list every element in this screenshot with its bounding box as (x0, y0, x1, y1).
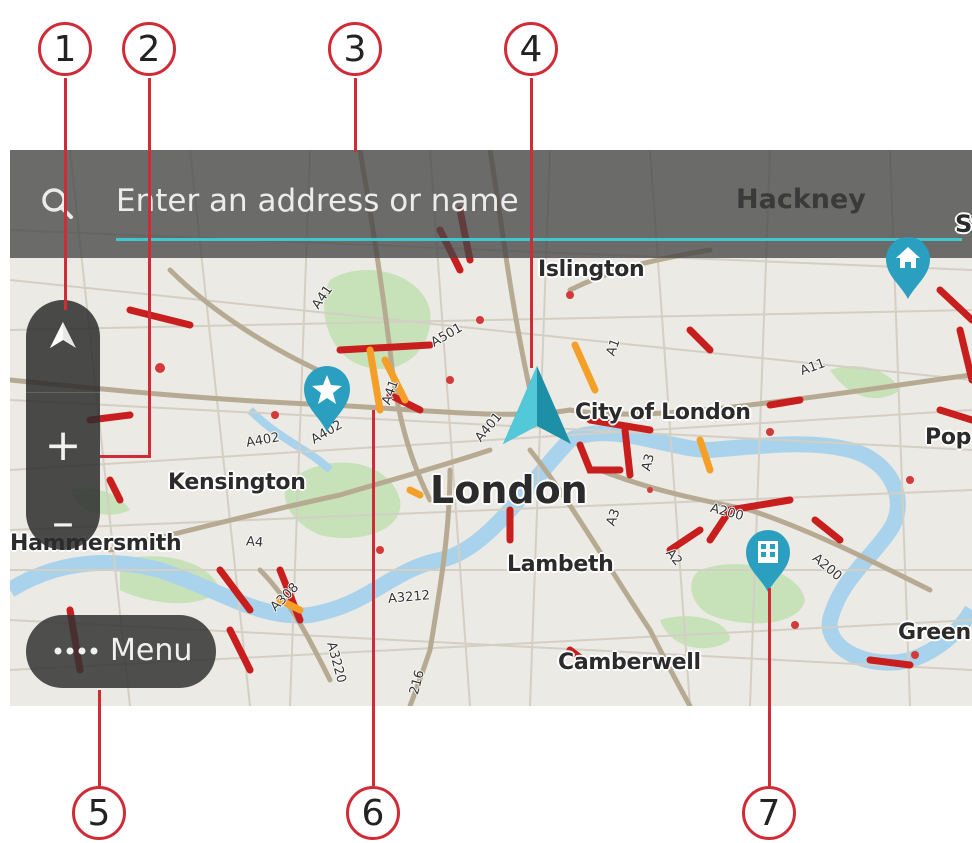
zoom-controls: + – (26, 300, 100, 550)
callout-3: 3 (328, 22, 382, 76)
place-label-pop: Pop (925, 425, 972, 450)
place-label-islington: Islington (538, 257, 645, 282)
search-bar: Hackney St (10, 150, 972, 258)
annotated-screenshot: A41 A501 A1 A11 A402 A402 A41 A401 A3 A3… (0, 0, 972, 843)
place-label-lambeth: Lambeth (507, 552, 614, 577)
road-label: A4 (245, 534, 264, 551)
place-label-london: London (430, 468, 588, 512)
callout-2: 2 (122, 22, 176, 76)
callout-6: 6 (346, 786, 400, 840)
menu-dots-icon (54, 647, 98, 655)
home-pin-icon[interactable] (883, 235, 933, 301)
building-pin-icon[interactable] (743, 528, 793, 594)
callout-line (98, 690, 101, 786)
menu-button[interactable]: Menu (26, 615, 216, 688)
callout-line (372, 410, 375, 786)
current-location-arrow-icon (503, 366, 571, 444)
north-button[interactable] (26, 300, 100, 390)
callout-line (148, 78, 151, 456)
callout-line (354, 78, 357, 152)
search-input[interactable] (116, 178, 836, 224)
search-underline (116, 238, 962, 241)
callout-line (64, 78, 67, 310)
callout-4: 4 (504, 22, 558, 76)
place-label-city-of-london: City of London (575, 400, 751, 425)
star-pin-icon[interactable] (300, 362, 354, 434)
callout-line (768, 588, 771, 786)
zoom-out-button[interactable]: – (26, 495, 100, 550)
place-label-kensington: Kensington (168, 470, 306, 495)
callout-1: 1 (38, 22, 92, 76)
callout-7: 7 (742, 786, 796, 840)
place-label-green: Green (898, 620, 971, 645)
callout-line (530, 78, 533, 368)
north-arrow-icon (50, 322, 76, 348)
callout-line (100, 455, 151, 458)
place-label-hackney: Hackney (736, 184, 866, 215)
map-view[interactable]: A41 A501 A1 A11 A402 A402 A41 A401 A3 A3… (10, 150, 972, 706)
search-icon[interactable] (40, 186, 74, 220)
callout-5: 5 (72, 786, 126, 840)
menu-label: Menu (110, 633, 193, 668)
place-label-camberwell: Camberwell (558, 650, 701, 675)
zoom-in-button[interactable]: + (26, 395, 100, 495)
zoom-separator (26, 392, 100, 393)
place-label-st: St (955, 210, 972, 238)
